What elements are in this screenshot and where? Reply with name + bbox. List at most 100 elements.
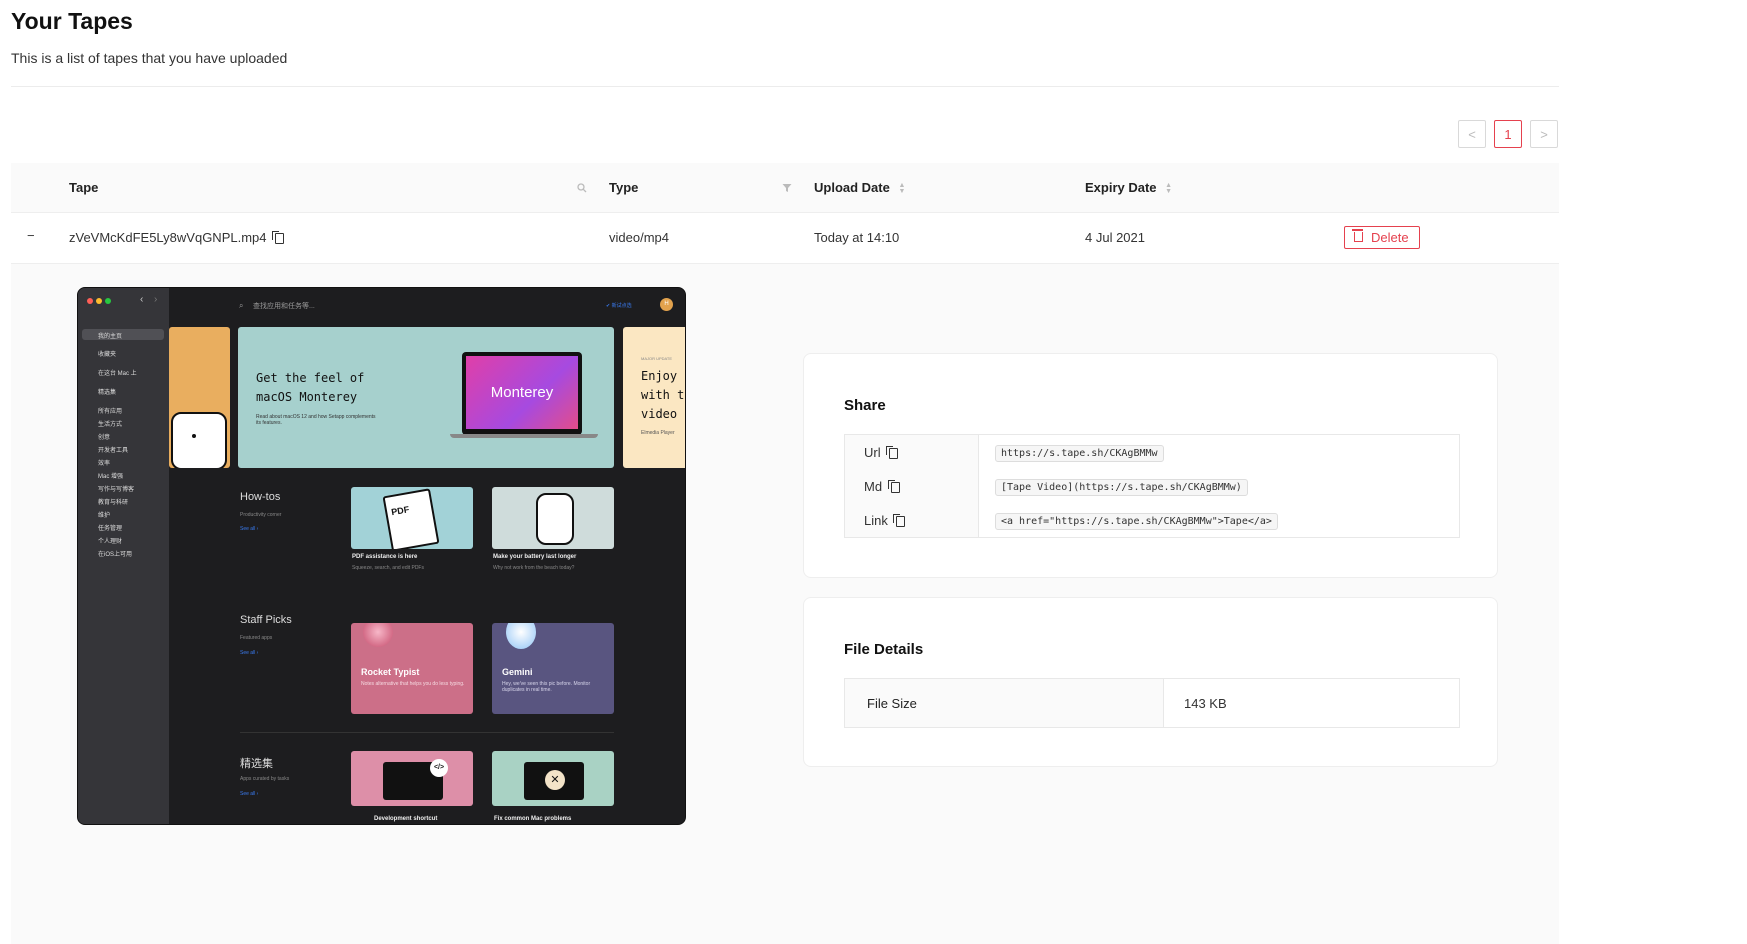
card-title: Make your battery last longer bbox=[493, 554, 577, 560]
side-line2: with t bbox=[641, 388, 685, 402]
delete-label: Delete bbox=[1371, 230, 1409, 245]
tape-type: video/mp4 bbox=[609, 230, 669, 245]
copy-icon[interactable] bbox=[893, 514, 906, 528]
sidebar-item: 效率 bbox=[98, 461, 111, 467]
sort-icon[interactable]: ▲ ▼ bbox=[1165, 182, 1172, 195]
sidebar-item: 收藏夹 bbox=[98, 352, 117, 358]
battery-icon bbox=[536, 493, 574, 545]
share-label: Md bbox=[864, 479, 883, 494]
prev-page-button[interactable]: < bbox=[1458, 120, 1486, 148]
side-line3: video bbox=[641, 407, 678, 421]
hero-desc: Read about macOS 12 and how Setapp compl… bbox=[256, 414, 376, 426]
tools-icon: ✕ bbox=[545, 770, 565, 790]
copy-icon[interactable] bbox=[887, 480, 900, 494]
section-divider bbox=[240, 732, 614, 733]
app-card[interactable]: Rocket Typist Notes alternative that hel… bbox=[351, 623, 473, 714]
file-size-label: File Size bbox=[867, 696, 917, 711]
hero-card-right: MAJOR UPDATE Enjoy with t video Elmedia … bbox=[623, 327, 685, 468]
sidebar-item: 生活方式 bbox=[98, 422, 123, 428]
laptop-icon: ✕ bbox=[524, 762, 584, 800]
filter-icon[interactable] bbox=[782, 181, 792, 196]
preview-top-right: ✔ 新试点选 bbox=[606, 303, 632, 309]
sidebar-item: 创意 bbox=[98, 435, 111, 441]
column-tape: Tape bbox=[69, 180, 99, 195]
page-1-button[interactable]: 1 bbox=[1494, 120, 1522, 148]
sidebar-item: Mac 增强 bbox=[98, 474, 124, 480]
copy-icon[interactable] bbox=[886, 446, 899, 460]
table-header: Tape Type Upload Date ▲ ▼ Expiry Date ▲ ▼ bbox=[11, 163, 1559, 213]
section-sub: Productivity corner bbox=[240, 512, 282, 518]
see-all-link[interactable]: See all › bbox=[240, 526, 258, 532]
sidebar-item: 教育与科研 bbox=[98, 500, 129, 506]
tape-preview[interactable]: ‹ › 我的主页 收藏夹 在这台 Mac 上 精选集 所有应用 生活方式 创意 … bbox=[77, 287, 686, 825]
app-card[interactable]: ✕ bbox=[492, 751, 614, 806]
share-row-link: Link bbox=[864, 513, 906, 528]
card-title: Fix common Mac problems bbox=[494, 816, 572, 822]
mascot-eye bbox=[192, 434, 196, 438]
sidebar-item: 所有应用 bbox=[98, 409, 123, 415]
delete-button[interactable]: Delete bbox=[1344, 226, 1420, 249]
card-sub: Squeeze, search, and edit PDFs bbox=[352, 565, 424, 571]
app-card[interactable] bbox=[492, 487, 614, 549]
tape-name-cell: zVeVMcKdFE5Ly8wVqGNPL.mp4 bbox=[69, 230, 285, 245]
sort-icon[interactable]: ▲ ▼ bbox=[898, 182, 905, 195]
sidebar-item: 维护 bbox=[98, 513, 111, 519]
mascot-icon bbox=[171, 412, 227, 468]
page-subtitle: This is a list of tapes that you have up… bbox=[11, 50, 288, 66]
file-size-value: 143 KB bbox=[1184, 696, 1227, 711]
app-card[interactable]: Gemini Hey, we've seen this pic before. … bbox=[492, 623, 614, 714]
search-icon: ⌕ bbox=[239, 301, 244, 310]
file-details-panel: File Details File Size 143 KB bbox=[803, 597, 1498, 767]
share-label: Url bbox=[864, 445, 881, 460]
section-sub: Apps curated by tasks bbox=[240, 776, 290, 782]
sidebar-item: 精选集 bbox=[98, 390, 117, 396]
share-link-value[interactable]: <a href="https://s.tape.sh/CKAgBMMw">Tap… bbox=[995, 513, 1278, 530]
preview-main: ⌕ 查找应用和任务等... ✔ 新试点选 H Get the feel of m… bbox=[169, 288, 685, 824]
pdf-icon: PDF bbox=[382, 488, 440, 549]
copy-icon[interactable] bbox=[272, 231, 285, 245]
card-sub: Notes alternative that helps you do less… bbox=[361, 681, 465, 687]
next-page-button[interactable]: > bbox=[1530, 120, 1558, 148]
card-sub: Hey, we've seen this pic before. Monitor… bbox=[502, 681, 591, 693]
pdf-icon-label: PDF bbox=[390, 504, 410, 518]
sidebar-item: 开发者工具 bbox=[98, 448, 129, 454]
app-card[interactable]: PDF bbox=[351, 487, 473, 549]
see-all-link[interactable]: See all › bbox=[240, 650, 258, 656]
section-title: Staff Picks bbox=[240, 614, 292, 626]
preview-sidebar: ‹ › 我的主页 收藏夹 在这台 Mac 上 精选集 所有应用 生活方式 创意 … bbox=[78, 288, 169, 824]
forward-icon: › bbox=[154, 294, 158, 305]
upload-date: Today at 14:10 bbox=[814, 230, 900, 245]
collapse-row-button[interactable]: − bbox=[27, 228, 35, 243]
sidebar-item: 任务管理 bbox=[98, 526, 123, 532]
sidebar-item: 我的主页 bbox=[98, 334, 123, 340]
search-icon[interactable] bbox=[577, 181, 587, 196]
close-dot-icon bbox=[87, 298, 93, 304]
card-sub: Why not work from the beach today? bbox=[493, 565, 575, 571]
hero-card-left bbox=[169, 327, 230, 468]
trash-icon bbox=[1352, 229, 1363, 242]
column-upload-date[interactable]: Upload Date ▲ ▼ bbox=[814, 180, 905, 195]
page-title: Your Tapes bbox=[11, 8, 133, 34]
avatar: H bbox=[660, 298, 673, 311]
gemini-icon bbox=[506, 623, 536, 649]
see-all-link[interactable]: See all › bbox=[240, 791, 258, 797]
tape-name: zVeVMcKdFE5Ly8wVqGNPL.mp4 bbox=[69, 230, 267, 245]
zoom-dot-icon bbox=[105, 298, 111, 304]
sidebar-item: 在iOS上可用 bbox=[98, 552, 133, 558]
column-expiry-date[interactable]: Expiry Date ▲ ▼ bbox=[1085, 180, 1172, 195]
code-icon: </> bbox=[430, 759, 448, 777]
share-md-value[interactable]: [Tape Video](https://s.tape.sh/CKAgBMMw) bbox=[995, 479, 1248, 496]
preview-search: 查找应用和任务等... bbox=[253, 303, 315, 310]
laptop-screen: Monterey bbox=[466, 356, 578, 429]
laptop-icon: Monterey bbox=[462, 352, 582, 435]
card-title: Development shortcut bbox=[374, 816, 438, 822]
app-card[interactable]: </> bbox=[351, 751, 473, 806]
column-type: Type bbox=[609, 180, 639, 195]
card-title: Gemini bbox=[502, 667, 533, 677]
expiry-date: 4 Jul 2021 bbox=[1085, 230, 1145, 245]
card-title: PDF assistance is here bbox=[352, 554, 418, 560]
share-url-value[interactable]: https://s.tape.sh/CKAgBMMw bbox=[995, 445, 1164, 462]
divider bbox=[11, 86, 1559, 87]
share-table: Url https://s.tape.sh/CKAgBMMw Md [Tape … bbox=[844, 434, 1460, 538]
share-label: Link bbox=[864, 513, 888, 528]
